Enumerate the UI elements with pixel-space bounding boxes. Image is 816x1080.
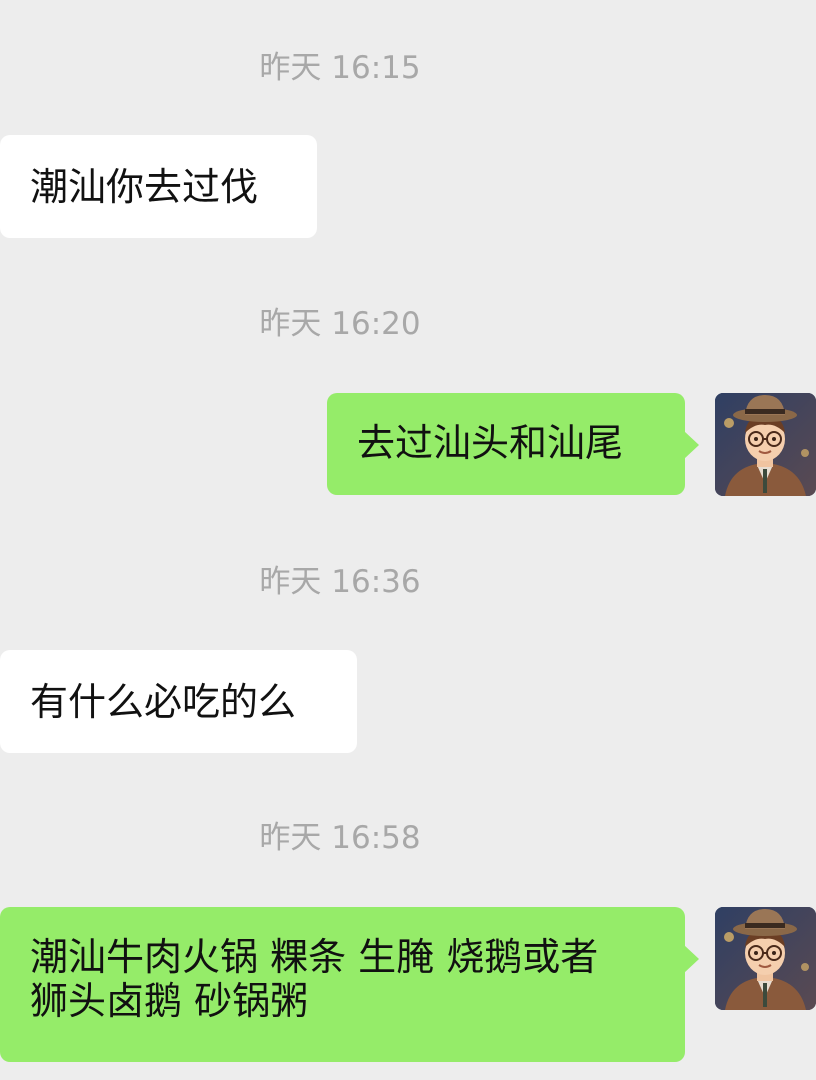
timestamp: 昨天 16:58 [259, 820, 421, 856]
message-text-line: 潮汕牛肉火锅 粿条 生腌 烧鹅或者 [30, 935, 599, 979]
received-message-bubble[interactable]: 有什么必吃的么 [0, 650, 357, 753]
user-avatar-icon[interactable] [715, 907, 816, 1010]
sent-message-bubble[interactable]: 潮汕牛肉火锅 粿条 生腌 烧鹅或者 狮头卤鹅 砂锅粥 [0, 907, 699, 1062]
user-avatar-icon[interactable] [715, 393, 816, 496]
message-text: 去过汕头和汕尾 [357, 421, 624, 465]
received-message-bubble[interactable]: 潮汕你去过伐 [0, 135, 317, 238]
timestamp: 昨天 16:15 [259, 50, 421, 86]
message-text: 有什么必吃的么 [30, 680, 297, 724]
timestamp: 昨天 16:20 [259, 306, 421, 342]
message-text-line: 狮头卤鹅 砂锅粥 [30, 979, 309, 1023]
timestamp: 昨天 16:36 [259, 564, 421, 600]
message-text: 潮汕你去过伐 [30, 165, 259, 209]
sent-message-bubble[interactable]: 去过汕头和汕尾 [327, 393, 699, 495]
